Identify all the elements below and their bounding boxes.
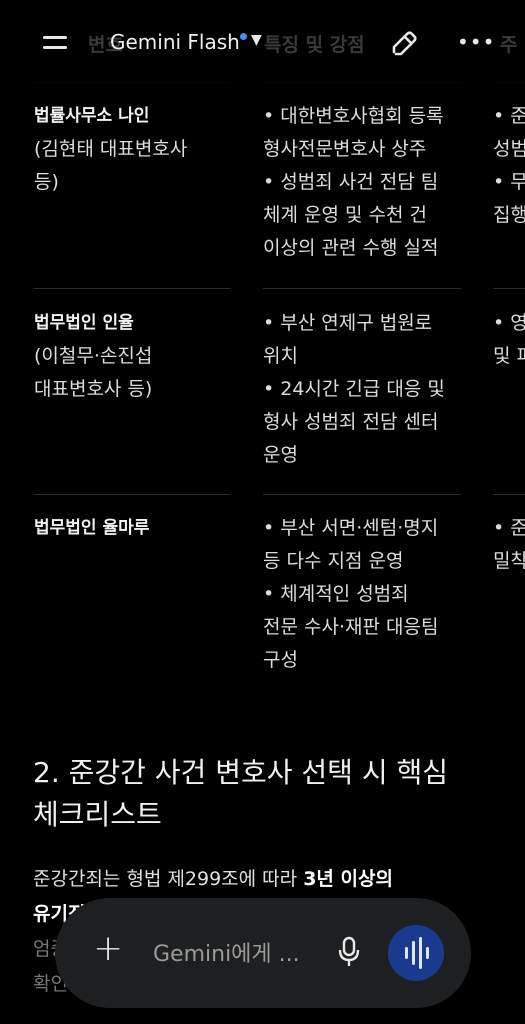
- table-divider: [493, 288, 525, 289]
- firm-name: 법무법인 인율: [34, 313, 134, 333]
- overflow-line: • 준: [493, 517, 525, 539]
- prompt-input-bar: + Gemini에게 ...: [55, 898, 471, 1008]
- feature-line: 위치: [263, 345, 298, 367]
- model-indicator-dot: [240, 33, 247, 40]
- feature-line: • 대한변호사협회 등록: [263, 105, 444, 127]
- top-bar: 변호 Gemini Flash ▼ 특징 및 강점 ••• 주: [0, 0, 525, 84]
- header-ghost-right: 특징 및 강점: [264, 34, 365, 56]
- feature-line: 체계 운영 및 수천 건: [263, 204, 427, 226]
- feature-line: 등 다수 지점 운영: [263, 550, 404, 572]
- firm-cell: 법무법인 율마루: [34, 512, 234, 545]
- overflow-line: • 준: [493, 105, 525, 127]
- firm-name: 법무법인 율마루: [34, 518, 150, 538]
- firm-cell: 법무법인 인율 (이철무·손진섭 대표변호사 등): [34, 307, 234, 406]
- menu-icon[interactable]: [40, 32, 70, 54]
- live-voice-icon[interactable]: [388, 925, 444, 981]
- table-divider: [34, 288, 230, 289]
- overflow-line: 밀착: [493, 550, 525, 572]
- overflow-line: • 무: [493, 171, 525, 193]
- chevron-down-icon[interactable]: ▼: [251, 32, 262, 48]
- overflow-cell: • 준 성범 • 무 집행: [493, 100, 525, 232]
- overflow-cell: • 영 및 피: [493, 307, 525, 373]
- feature-line: 형사전문변호사 상주: [263, 138, 427, 160]
- feature-line: • 체계적인 성범죄: [263, 583, 409, 605]
- features-cell: • 부산 서면·센텀·명지 등 다수 지점 운영 • 체계적인 성범죄 전문 수…: [263, 512, 478, 677]
- paragraph-text: 준강간죄는 형법 제299조에 따라: [33, 868, 304, 890]
- overflow-line: 및 피: [493, 345, 525, 367]
- firm-rep-line: (김현태 대표변호사: [34, 138, 188, 160]
- firm-rep-line: 대표변호사 등): [34, 378, 153, 400]
- header-ghost-far: 주: [500, 34, 518, 56]
- overflow-cell: • 준 밀착: [493, 512, 525, 578]
- model-selector-title[interactable]: Gemini Flash: [110, 30, 240, 54]
- table-divider: [34, 494, 230, 495]
- feature-line: • 부산 연제구 법원로: [263, 312, 433, 334]
- new-chat-pen-icon[interactable]: [388, 28, 420, 60]
- features-cell: • 대한변호사협회 등록 형사전문변호사 상주 • 성범죄 사건 전담 팀 체계…: [263, 100, 478, 265]
- section-heading: 2. 준강간 사건 변호사 선택 시 핵심 체크리스트: [33, 752, 448, 836]
- plus-icon[interactable]: +: [93, 928, 123, 969]
- table-divider: [263, 288, 461, 289]
- more-options-icon[interactable]: •••: [457, 30, 495, 54]
- feature-line: 이상의 관련 수행 실적: [263, 237, 439, 259]
- feature-line: • 부산 서면·센텀·명지: [263, 517, 439, 539]
- feature-line: • 24시간 긴급 대응 및: [263, 378, 445, 400]
- firm-name: 법률사무소 나인: [34, 106, 150, 126]
- microphone-icon[interactable]: [337, 936, 361, 968]
- feature-line: • 성범죄 사건 전담 팀: [263, 171, 439, 193]
- firm-rep-line: 등): [34, 171, 59, 193]
- table-divider: [493, 494, 525, 495]
- firm-cell: 법률사무소 나인 (김현태 대표변호사 등): [34, 100, 234, 199]
- feature-line: 운영: [263, 444, 298, 466]
- section-heading-line: 체크리스트: [33, 798, 162, 831]
- overflow-line: • 영: [493, 312, 525, 334]
- paragraph-bold-text: 3년 이상의: [303, 868, 393, 890]
- prompt-input[interactable]: Gemini에게 ...: [153, 936, 300, 968]
- overflow-line: 집행: [493, 204, 525, 226]
- feature-line: 구성: [263, 649, 298, 671]
- firm-rep-line: (이철무·손진섭: [34, 345, 153, 367]
- feature-line: 전문 수사·재판 대응팀: [263, 616, 439, 638]
- overflow-line: 성범: [493, 138, 525, 160]
- features-cell: • 부산 연제구 법원로 위치 • 24시간 긴급 대응 및 형사 성범죄 전담…: [263, 307, 478, 472]
- table-divider: [263, 494, 461, 495]
- section-heading-line: 2. 준강간 사건 변호사 선택 시 핵심: [33, 756, 448, 789]
- feature-line: 형사 성범죄 전담 센터: [263, 411, 439, 433]
